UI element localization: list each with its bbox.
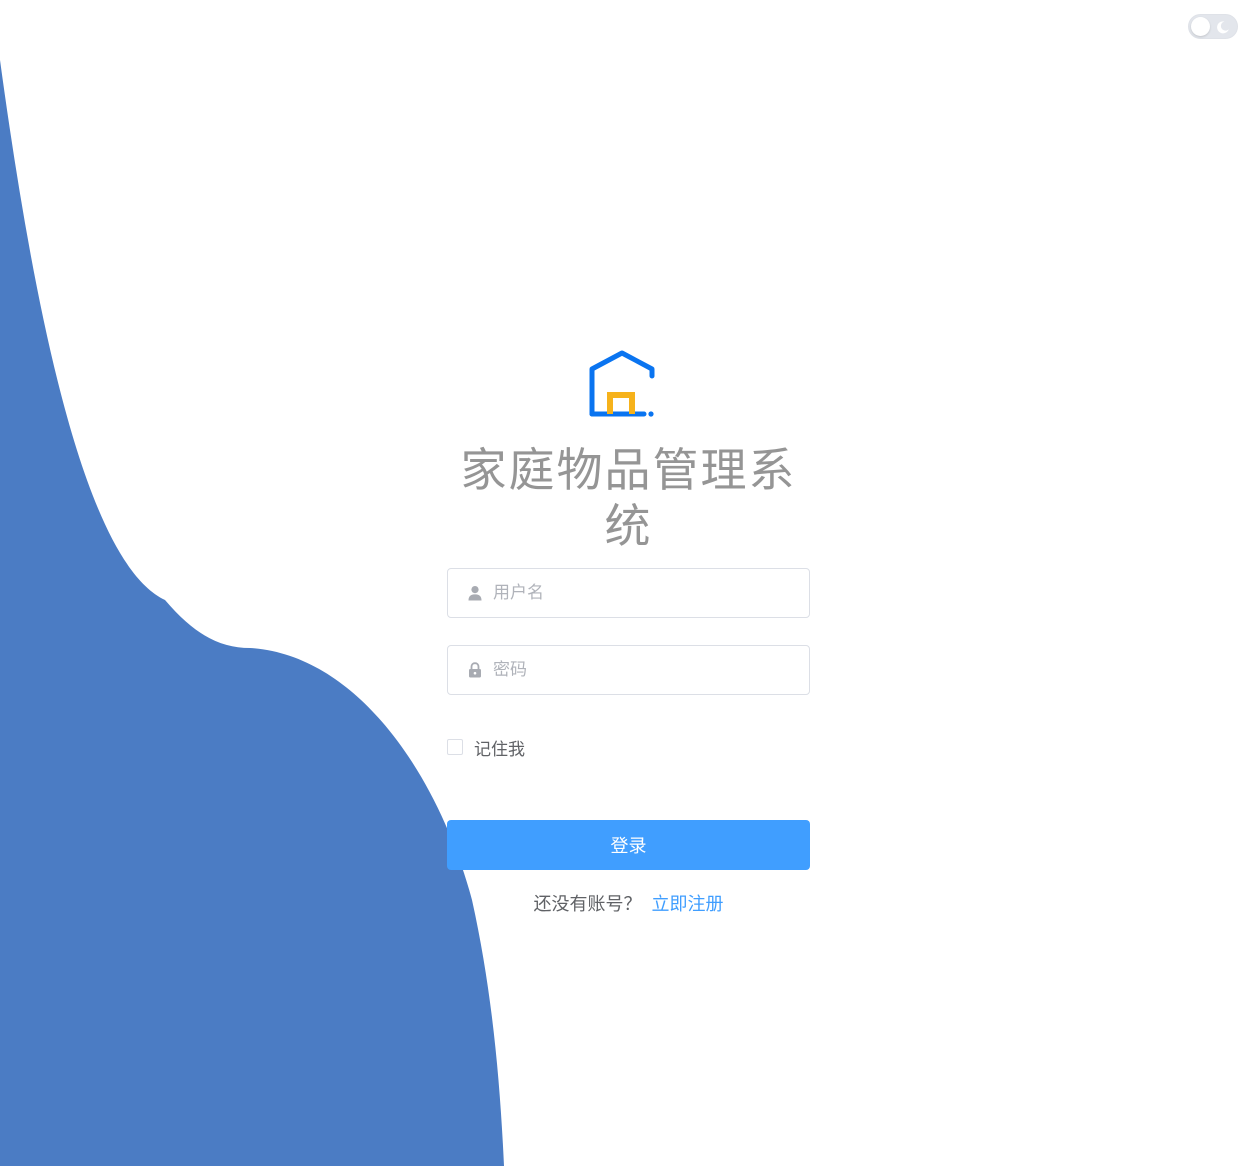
theme-toggle[interactable] — [1188, 14, 1238, 39]
toggle-knob — [1191, 17, 1210, 36]
login-button[interactable]: 登录 — [447, 820, 810, 870]
password-field[interactable] — [447, 645, 810, 695]
background-wave-shape — [0, 60, 504, 1166]
app-title: 家庭物品管理系统 — [460, 443, 797, 553]
checkbox-box[interactable] — [447, 739, 463, 755]
password-input[interactable] — [493, 646, 793, 694]
user-icon — [468, 586, 482, 601]
register-link[interactable]: 立即注册 — [652, 894, 724, 915]
username-field[interactable] — [447, 568, 810, 618]
remember-me-label: 记住我 — [474, 739, 525, 760]
register-prompt: 还没有账号？ — [533, 894, 642, 915]
register-row: 还没有账号？ 立即注册 — [447, 892, 810, 918]
moon-icon — [1217, 21, 1229, 34]
login-page: 家庭物品管理系统 记住我 登录 还没有账号？ 立即注册 — [0, 0, 1250, 1166]
username-input[interactable] — [493, 569, 793, 617]
remember-me-checkbox[interactable]: 记住我 — [447, 736, 525, 760]
house-logo-icon — [589, 350, 655, 417]
lock-icon — [469, 662, 481, 678]
